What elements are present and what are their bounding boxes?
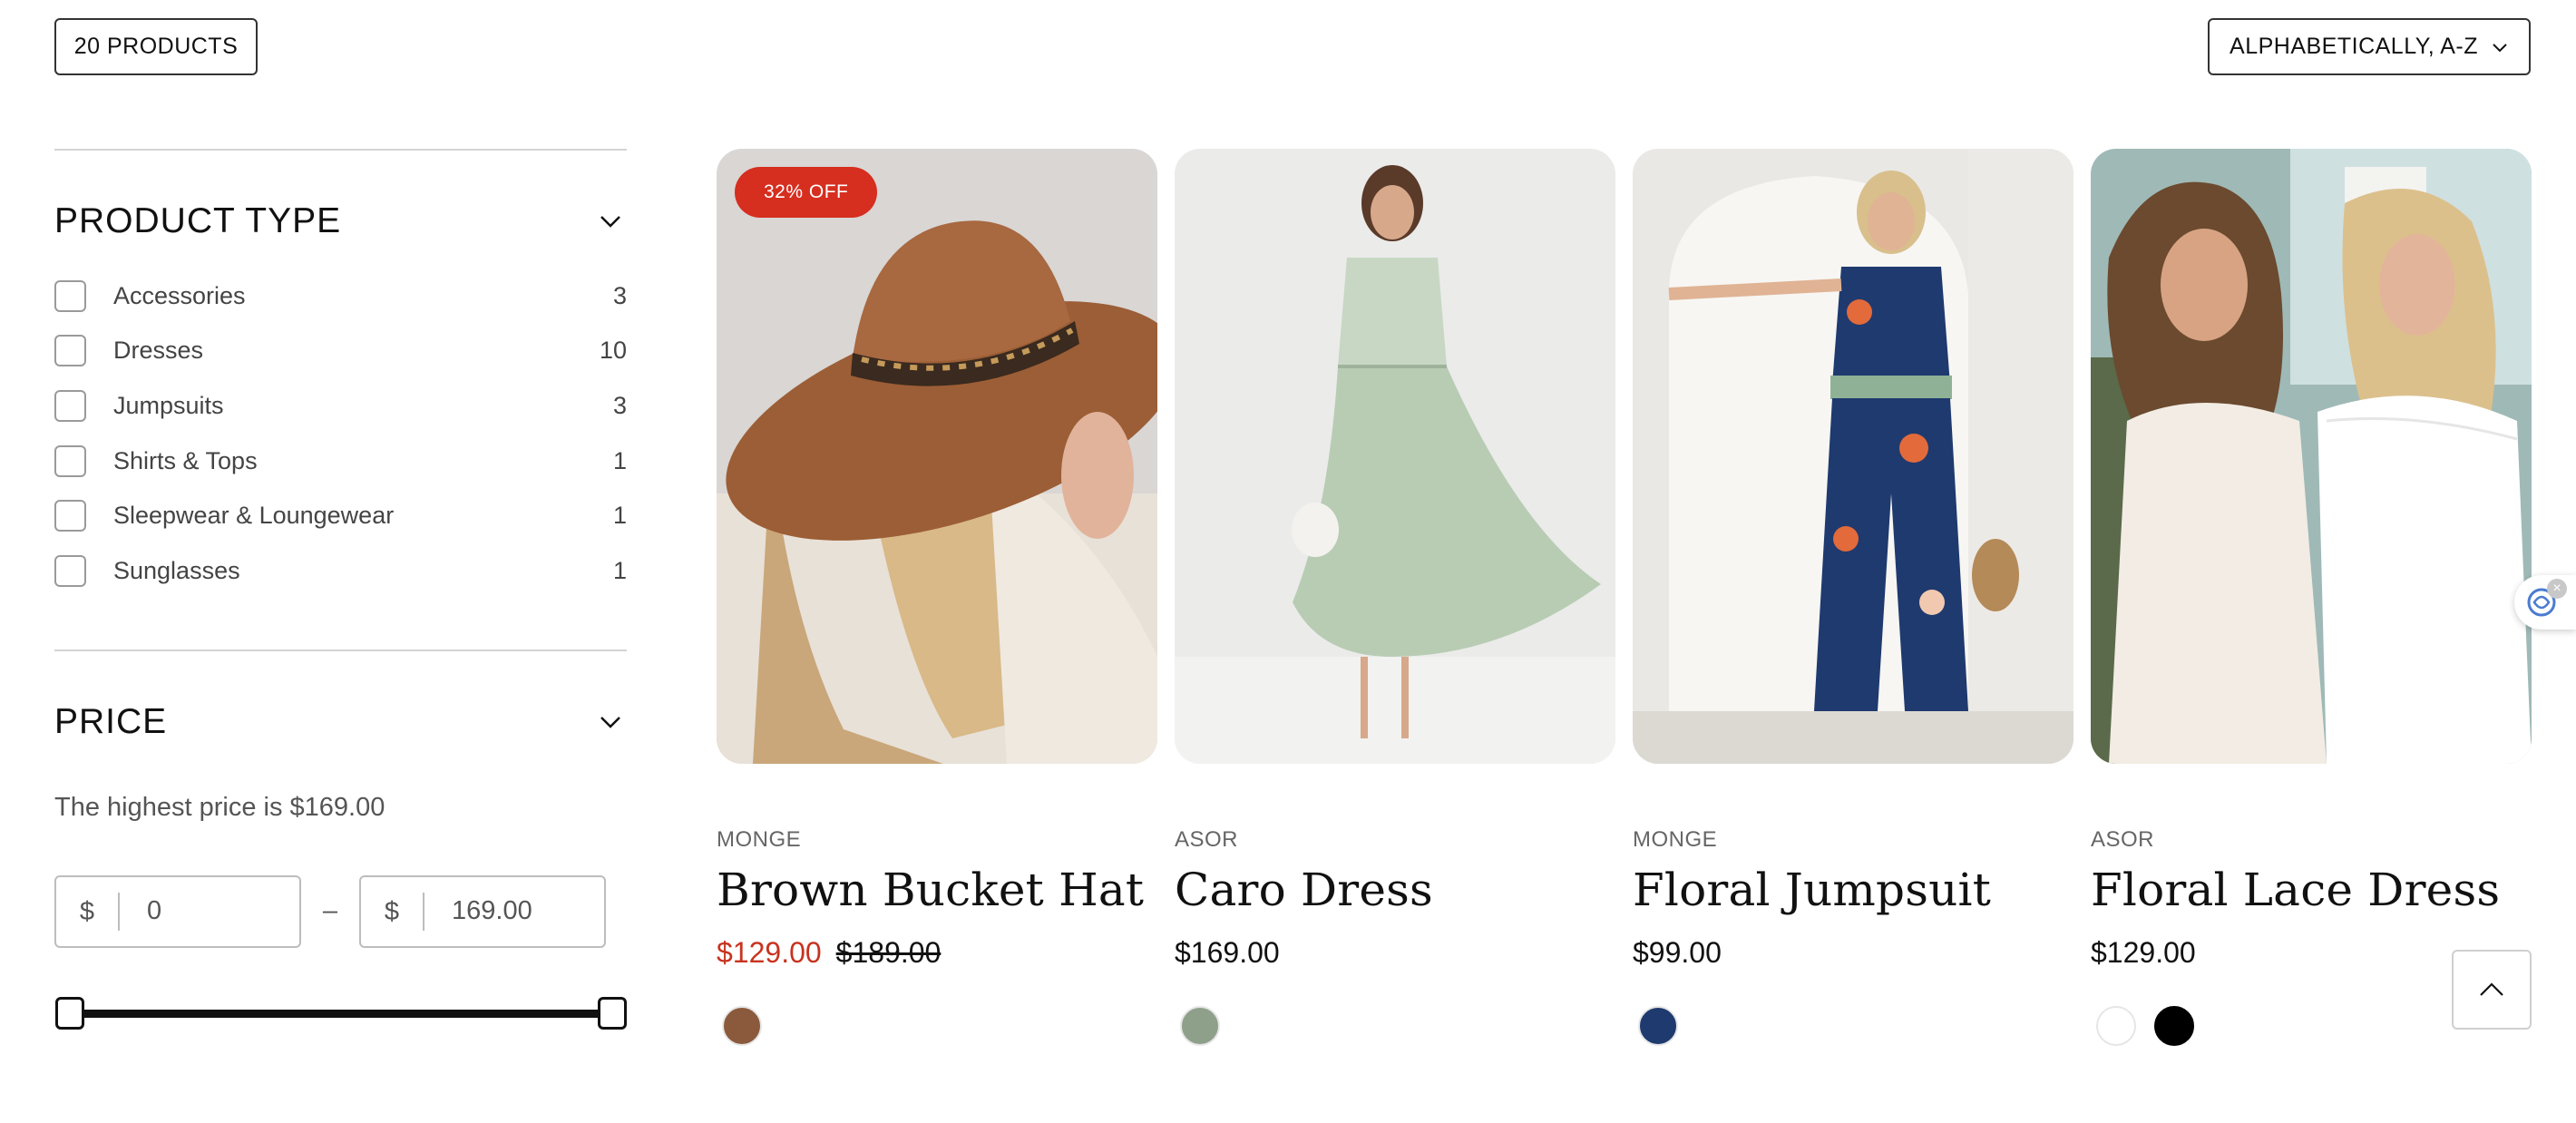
- filter-item-label: Sunglasses: [113, 556, 240, 584]
- divider: [54, 149, 627, 151]
- dress-photo: [1175, 149, 1615, 764]
- slider-min-handle[interactable]: [55, 996, 84, 1030]
- hat-photo: [717, 149, 1157, 764]
- filter-item-label: Jumpsuits: [113, 391, 224, 419]
- filter-item-dresses[interactable]: Dresses 10: [54, 324, 627, 379]
- jumpsuit-photo: [1633, 149, 2073, 764]
- product-type-filter-header[interactable]: PRODUCT TYPE: [54, 201, 627, 241]
- color-swatches: [1175, 1006, 1615, 1046]
- color-swatch-white[interactable]: [2096, 1006, 2136, 1046]
- checkbox[interactable]: [54, 389, 86, 422]
- product-image[interactable]: [1175, 149, 1615, 764]
- product-image[interactable]: [2091, 149, 2532, 764]
- filter-item-jumpsuits[interactable]: Jumpsuits 3: [54, 378, 627, 434]
- product-card[interactable]: ASOR Caro Dress $169.00: [1175, 149, 1615, 1046]
- sort-label: ALPHABETICALLY, A-Z: [2230, 34, 2478, 59]
- range-separator: –: [322, 896, 338, 926]
- product-prices: $169.00: [1175, 936, 1615, 970]
- product-title[interactable]: Caro Dress: [1175, 864, 1615, 916]
- product-type-list: Accessories 3 Dresses 10 Jumpsuits 3 Shi…: [54, 269, 627, 599]
- checkbox[interactable]: [54, 500, 86, 532]
- color-swatch-brown[interactable]: [722, 1006, 762, 1046]
- product-card[interactable]: ASOR Floral Lace Dress $129.00: [2091, 149, 2532, 1046]
- lace-dress-photo: [2091, 149, 2532, 764]
- sale-price: $129.00: [717, 936, 822, 969]
- product-price: $169.00: [1175, 936, 1280, 969]
- chevron-down-icon: [600, 216, 620, 228]
- filter-item-count: 1: [612, 556, 627, 584]
- product-image[interactable]: [1633, 149, 2073, 764]
- color-swatches: [1633, 1006, 2073, 1046]
- price-min-field[interactable]: $: [54, 874, 301, 948]
- slider-max-handle[interactable]: [598, 996, 627, 1030]
- back-to-top-button[interactable]: [2452, 950, 2532, 1030]
- checkbox[interactable]: [54, 279, 86, 312]
- compare-price: $189.00: [835, 936, 942, 969]
- product-vendor: MONGE: [1633, 827, 1718, 852]
- price-filter-header[interactable]: PRICE: [54, 702, 627, 742]
- product-vendor: ASOR: [1175, 827, 1239, 852]
- highest-price-note: The highest price is $169.00: [54, 792, 385, 822]
- price-max-field[interactable]: $: [359, 874, 606, 948]
- color-swatch-black[interactable]: [2154, 1006, 2194, 1046]
- filter-item-label: Accessories: [113, 281, 246, 309]
- discount-badge: 32% OFF: [735, 167, 878, 218]
- color-swatch-sage[interactable]: [1180, 1006, 1220, 1046]
- filter-item-count: 3: [612, 281, 627, 309]
- chevron-down-icon: [600, 716, 620, 728]
- checkbox[interactable]: [54, 335, 86, 367]
- product-image[interactable]: 32% OFF: [717, 149, 1157, 764]
- filter-item-count: 1: [612, 502, 627, 530]
- filter-item-count: 3: [612, 391, 627, 419]
- divider: [54, 649, 627, 651]
- color-swatches: [717, 1006, 1157, 1046]
- product-card[interactable]: 32% OFF MONGE Brown Bucket Hat $129.00 $…: [717, 149, 1157, 1046]
- filter-item-sleepwear-loungewear[interactable]: Sleepwear & Loungewear 1: [54, 488, 627, 543]
- filter-item-label: Sleepwear & Loungewear: [113, 502, 395, 530]
- filter-item-shirts-tops[interactable]: Shirts & Tops 1: [54, 434, 627, 489]
- filter-item-count: 1: [612, 446, 627, 474]
- filter-item-sunglasses[interactable]: Sunglasses 1: [54, 543, 627, 599]
- product-title[interactable]: Floral Lace Dress: [2091, 864, 2532, 916]
- product-vendor: MONGE: [717, 827, 802, 852]
- color-swatch-navy[interactable]: [1638, 1006, 1678, 1046]
- currency-symbol: $: [56, 892, 120, 931]
- filter-item-accessories[interactable]: Accessories 3: [54, 269, 627, 324]
- product-type-title: PRODUCT TYPE: [54, 201, 342, 240]
- price-min-input[interactable]: [147, 896, 283, 927]
- filter-sidebar: PRODUCT TYPE Accessories 3 Dresses 10 Ju…: [54, 149, 627, 1031]
- chevron-up-icon: [2480, 982, 2503, 996]
- price-title: PRICE: [54, 701, 168, 741]
- price-range-slider[interactable]: [54, 995, 627, 1031]
- checkbox[interactable]: [54, 444, 86, 477]
- product-prices: $99.00: [1633, 936, 2073, 970]
- chevron-down-icon: [2493, 43, 2507, 52]
- filter-item-count: 10: [599, 337, 627, 365]
- product-card[interactable]: MONGE Floral Jumpsuit $99.00: [1633, 149, 2073, 1046]
- currency-symbol: $: [361, 892, 424, 931]
- product-title[interactable]: Brown Bucket Hat: [717, 864, 1157, 916]
- checkbox[interactable]: [54, 554, 86, 587]
- product-title[interactable]: Floral Jumpsuit: [1633, 864, 2073, 916]
- product-prices: $129.00 $189.00: [717, 936, 1157, 970]
- sort-dropdown[interactable]: ALPHABETICALLY, A-Z: [2208, 18, 2531, 75]
- product-price: $129.00: [2091, 936, 2196, 969]
- filter-item-label: Shirts & Tops: [113, 446, 258, 474]
- product-count-button[interactable]: 20 PRODUCTS: [54, 18, 258, 75]
- filter-item-label: Dresses: [113, 337, 204, 365]
- price-max-input[interactable]: [452, 896, 588, 927]
- slider-track: [67, 1009, 614, 1018]
- chat-assistant-widget[interactable]: [2514, 575, 2576, 630]
- close-icon[interactable]: ×: [2547, 579, 2567, 599]
- product-vendor: ASOR: [2091, 827, 2155, 852]
- product-price: $99.00: [1633, 936, 1722, 969]
- price-range-inputs: $ – $: [54, 874, 627, 948]
